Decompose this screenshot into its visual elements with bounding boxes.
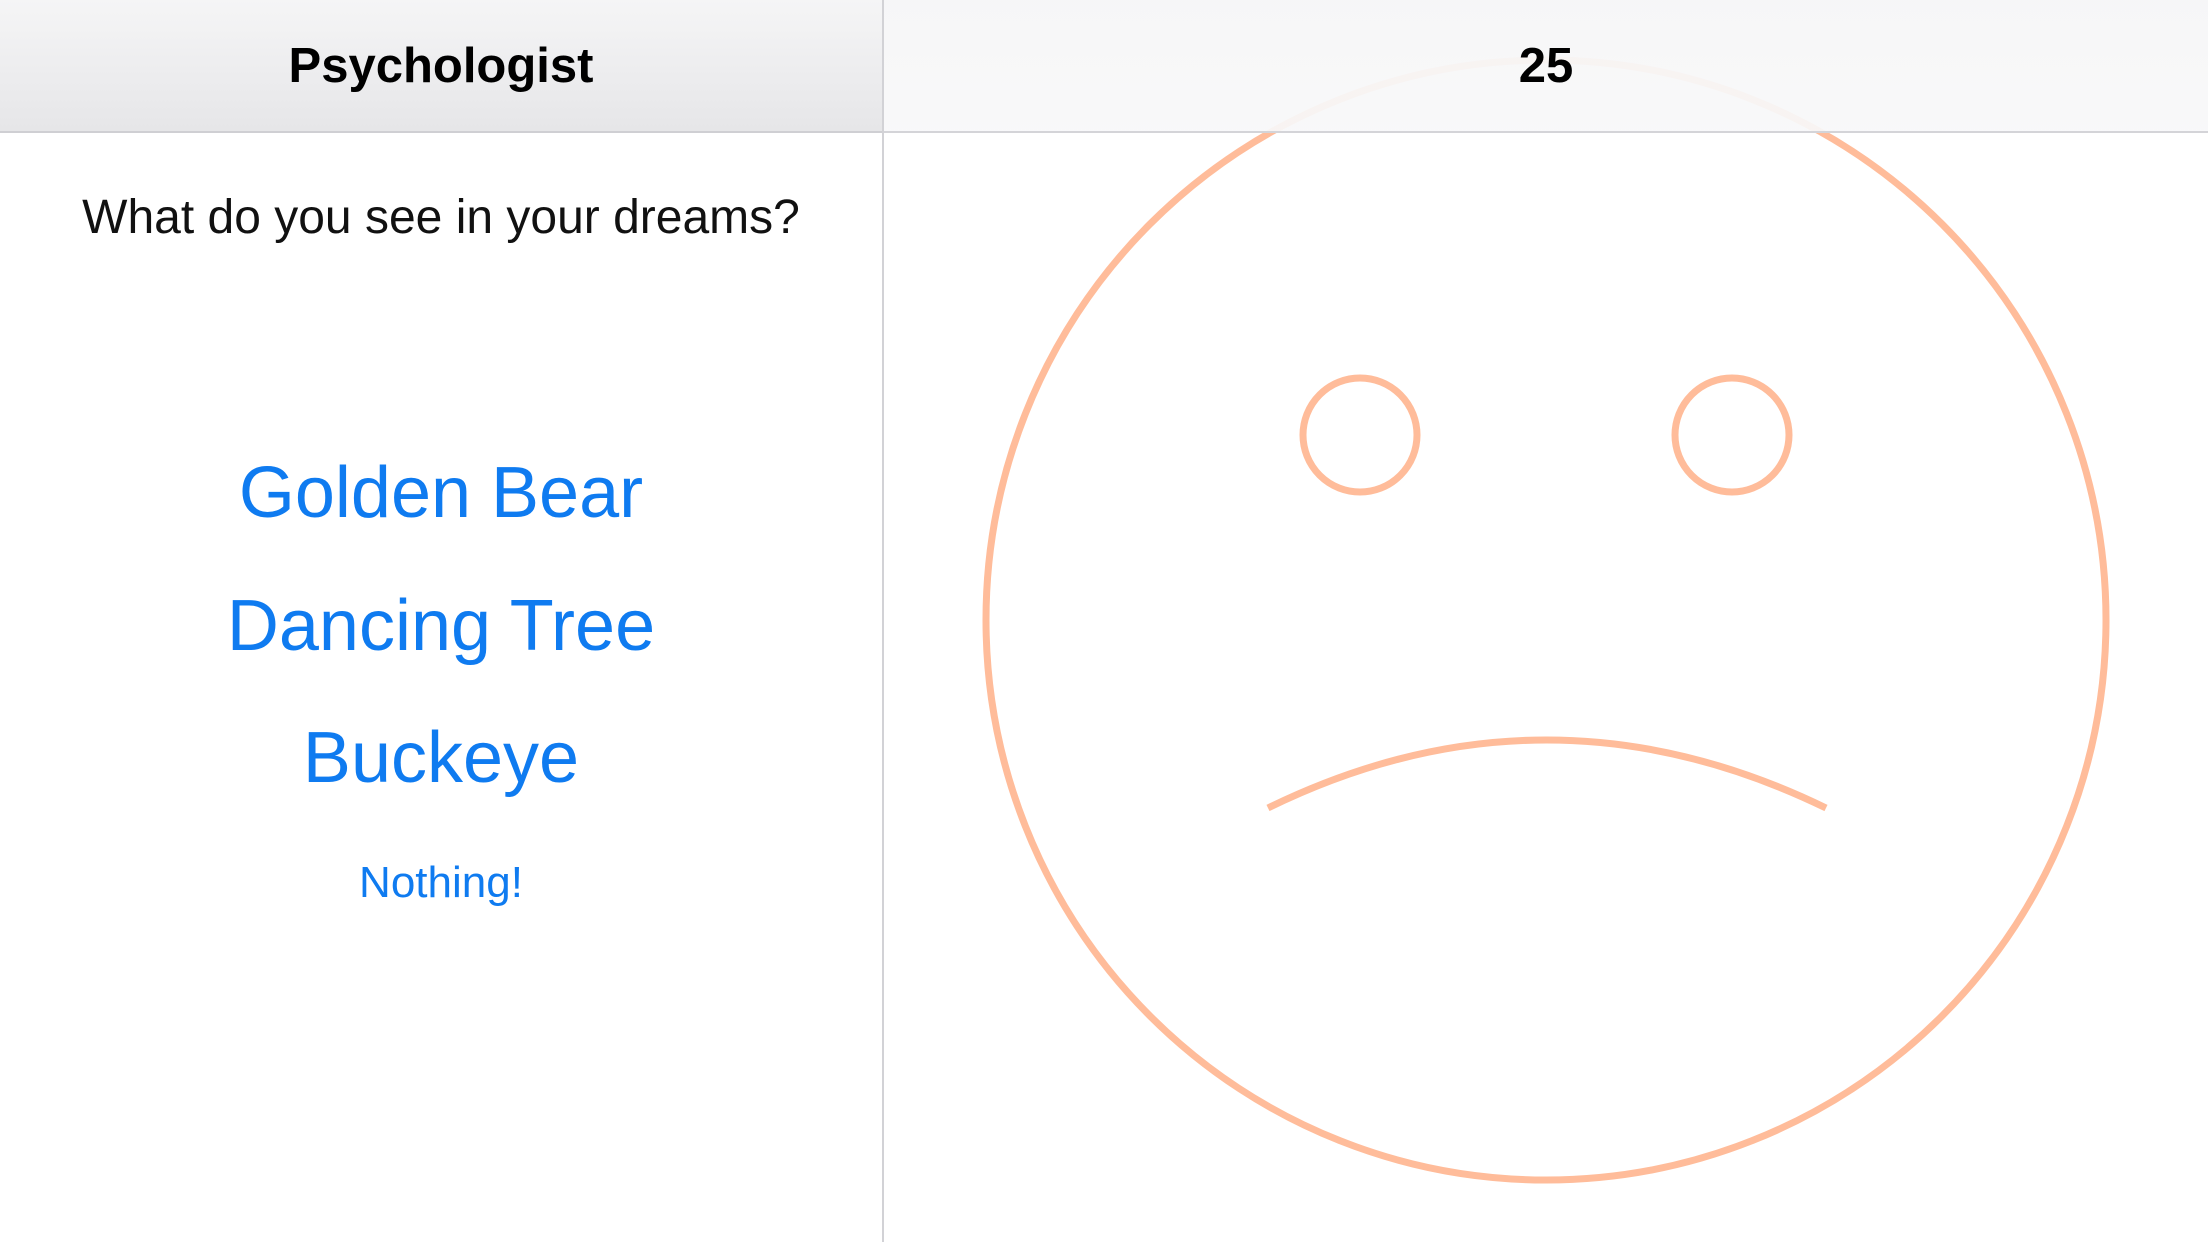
detail-pane: 25 xyxy=(884,0,2208,1242)
happiness-value-title: 25 xyxy=(1518,39,1574,93)
answer-buckeye-button[interactable]: Buckeye xyxy=(0,717,882,799)
sad-face-view xyxy=(982,56,2110,1184)
detail-navigation-bar: 25 xyxy=(884,0,2208,133)
right-eye xyxy=(1671,374,1793,496)
answer-golden-bear-button[interactable]: Golden Bear xyxy=(0,452,882,534)
master-navigation-bar: Psychologist xyxy=(0,0,882,133)
question-label: What do you see in your dreams? xyxy=(82,191,800,244)
left-eye xyxy=(1299,374,1421,496)
master-pane: Psychologist What do you see in your dre… xyxy=(0,0,884,1242)
frown-mouth xyxy=(1266,736,1828,812)
master-title: Psychologist xyxy=(288,39,594,93)
split-view: Psychologist What do you see in your dre… xyxy=(0,0,2208,1242)
answer-dancing-tree-button[interactable]: Dancing Tree xyxy=(0,585,882,667)
face-outline xyxy=(982,56,2110,1184)
answer-nothing-button[interactable]: Nothing! xyxy=(0,858,882,908)
